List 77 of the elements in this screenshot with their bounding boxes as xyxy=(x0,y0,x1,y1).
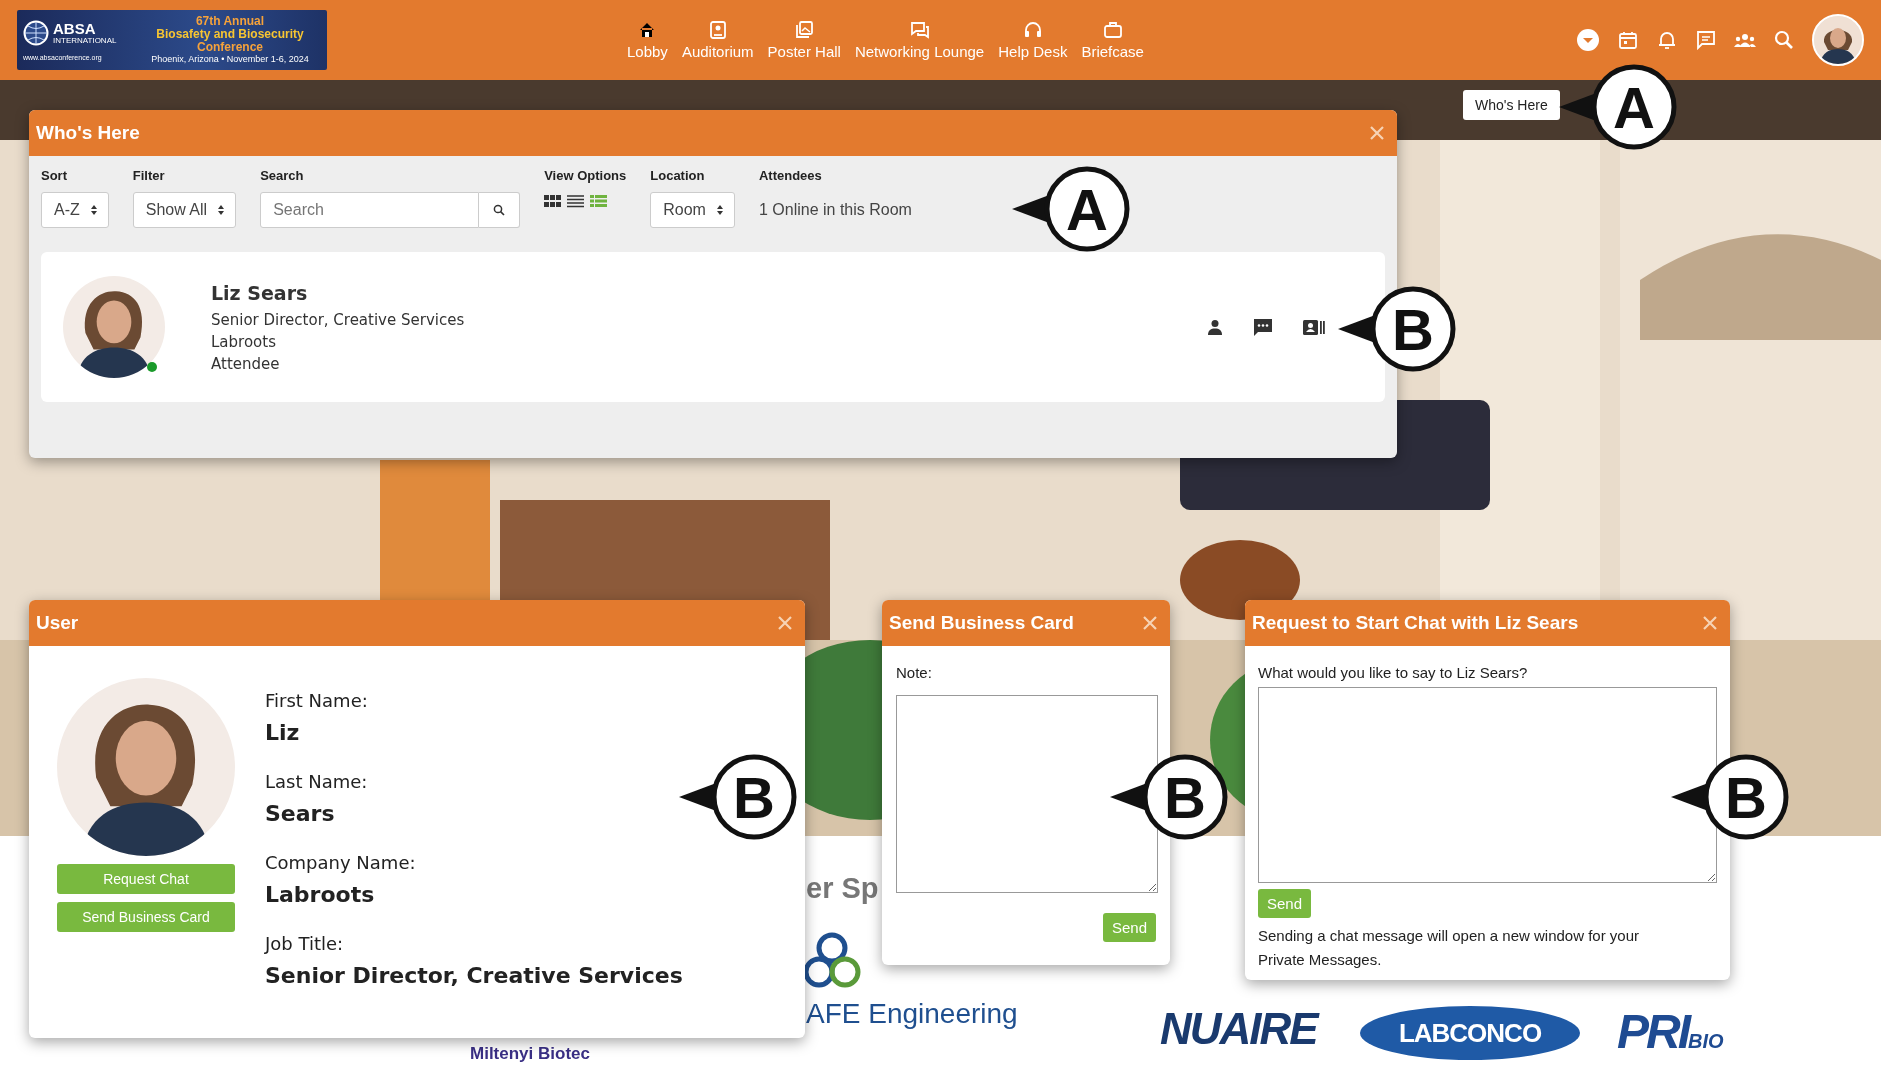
search-icon[interactable] xyxy=(1774,30,1794,50)
close-icon[interactable] xyxy=(1369,125,1385,141)
attendee-role: Attendee xyxy=(211,354,281,373)
headset-icon xyxy=(1022,20,1043,40)
panel-title: Request to Start Chat with Liz Sears xyxy=(1252,612,1579,634)
message-prompt: What would you like to say to Liz Sears? xyxy=(1258,664,1529,681)
panel-title: User xyxy=(36,612,79,634)
nav-link[interactable]: Networking Lounge xyxy=(854,20,985,60)
list-view-icon[interactable] xyxy=(567,194,585,208)
close-icon[interactable] xyxy=(777,615,793,631)
control-label: Attendees xyxy=(758,168,823,183)
sponsor-logo: LABCONCO xyxy=(1360,1006,1580,1060)
sort-caret-icon xyxy=(715,204,724,216)
people-icon[interactable] xyxy=(1734,32,1756,48)
search-icon xyxy=(493,204,506,216)
attendee-name: Liz Sears xyxy=(211,281,309,304)
field-value: Senior Director, Creative Services xyxy=(265,963,683,988)
attendee-company: Labroots xyxy=(211,332,277,351)
sponsor-logo: Miltenyi Biotec xyxy=(470,1044,590,1064)
sort-caret-icon xyxy=(89,204,98,216)
calendar-icon[interactable] xyxy=(1618,30,1638,50)
search-field[interactable]: Search xyxy=(260,192,480,228)
chat-notice: Sending a chat message will open a new window for your Private Messages. xyxy=(1258,926,1641,970)
control-label: Location xyxy=(650,168,706,183)
detail-list-icon[interactable] xyxy=(590,194,608,208)
tooltip: Who's Here xyxy=(1463,90,1560,120)
control-label: Sort xyxy=(41,168,68,183)
nav-link[interactable]: Help Desk xyxy=(998,20,1068,60)
attendee-title: Senior Director, Creative Services xyxy=(211,310,465,329)
nav-link[interactable]: Auditorium xyxy=(681,20,754,60)
send-button[interactable]: Send xyxy=(1258,889,1312,918)
sponsor-logo: AFE Engineering xyxy=(806,998,1018,1030)
action-button[interactable]: Send Business Card xyxy=(57,902,235,932)
close-icon[interactable] xyxy=(1142,615,1158,631)
field-label: Last Name: xyxy=(265,771,369,792)
photos-icon xyxy=(794,20,815,40)
sponsor-logo: NUAIRE xyxy=(1160,1004,1317,1054)
person-icon[interactable] xyxy=(1207,319,1223,335)
close-icon[interactable] xyxy=(1702,615,1718,631)
online-count: 1 Online in this Room xyxy=(758,200,912,220)
dropdown[interactable]: Show All xyxy=(132,192,237,228)
profile-avatar[interactable] xyxy=(1812,14,1864,66)
note-field[interactable] xyxy=(896,695,1158,893)
grid-view-icon[interactable] xyxy=(544,194,562,208)
sponsor-logo: PRIBIO xyxy=(1617,1004,1724,1059)
field-value: Sears xyxy=(265,801,336,826)
send-button[interactable]: Send xyxy=(1102,913,1156,942)
nav-link[interactable]: Briefcase xyxy=(1081,20,1144,60)
id-badge-icon xyxy=(707,20,728,40)
panel-title: Who's Here xyxy=(36,122,140,144)
sponsors-heading: er Sp xyxy=(806,872,879,905)
control-label: View Options xyxy=(544,168,627,183)
control-label: Filter xyxy=(132,168,166,183)
search-button[interactable] xyxy=(479,192,521,228)
dropdown[interactable]: A-Z xyxy=(41,192,109,228)
attendee-card[interactable]: Liz Sears Senior Director, Creative Services Labroots Attendee xyxy=(41,252,1385,402)
globe-icon xyxy=(23,19,49,46)
note-label: Note: xyxy=(896,664,933,681)
field-value: Liz xyxy=(265,720,301,745)
field-label: First Name: xyxy=(265,690,369,711)
chat-bubbles-icon xyxy=(909,20,930,40)
bell-icon[interactable] xyxy=(1656,29,1678,51)
action-button[interactable]: Request Chat xyxy=(57,864,235,894)
message-field[interactable] xyxy=(1258,687,1717,883)
briefcase-icon xyxy=(1102,20,1123,40)
contact-card-icon[interactable] xyxy=(1303,319,1325,335)
field-label: Job Title: xyxy=(265,933,345,954)
field-label: Company Name: xyxy=(265,852,417,873)
field-value: Labroots xyxy=(265,882,376,907)
dropdown-icon[interactable] xyxy=(1576,28,1600,52)
sort-caret-icon xyxy=(217,204,226,216)
nav-link[interactable]: Lobby xyxy=(627,20,668,60)
dropdown[interactable]: Room xyxy=(650,192,735,228)
control-label: Search xyxy=(260,168,305,183)
chat-icon[interactable] xyxy=(1253,317,1273,337)
panel-title: Send Business Card xyxy=(889,612,1074,634)
nav-link[interactable]: Poster Hall xyxy=(767,20,841,60)
